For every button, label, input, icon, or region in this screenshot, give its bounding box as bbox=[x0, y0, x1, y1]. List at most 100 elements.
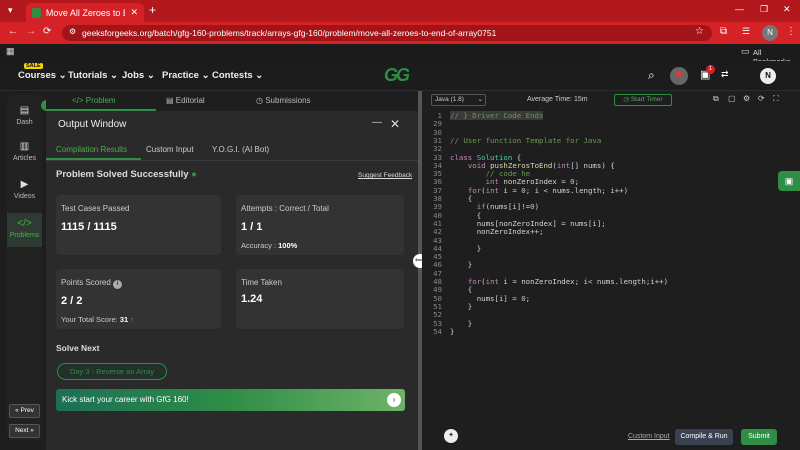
start-timer-button[interactable]: ◷ Start Timer bbox=[614, 94, 672, 106]
code-line[interactable]: nonZeroIndex++; bbox=[450, 227, 544, 236]
info-icon[interactable]: i bbox=[113, 280, 123, 289]
bulb-icon[interactable]: ✦ bbox=[444, 429, 458, 443]
code-line[interactable]: } bbox=[450, 302, 472, 311]
minimize-output-icon[interactable]: — bbox=[372, 117, 382, 128]
code-area[interactable]: 1// } Driver Code Ends 29 30 31// User func… bbox=[422, 111, 800, 411]
maximize-icon[interactable]: ❐ bbox=[760, 4, 768, 15]
tab-title: Move All Zeroes to End | Practi bbox=[45, 7, 126, 18]
back-icon[interactable]: ← bbox=[8, 26, 18, 37]
time-card: Time Taken 1.24 bbox=[236, 269, 404, 329]
chat-fab-icon[interactable]: ▣ bbox=[778, 171, 800, 191]
code-line[interactable]: // User function Template for Java bbox=[450, 136, 601, 145]
tabs-divider bbox=[46, 160, 418, 161]
bookmark-star-icon[interactable]: ☆ bbox=[695, 26, 704, 37]
language-select[interactable]: Java (1.8) ⌄ bbox=[431, 94, 486, 106]
folder-icon: ▭ bbox=[741, 46, 750, 56]
tab-compilation-results[interactable]: Compilation Results bbox=[56, 145, 127, 154]
rail-problems[interactable]: </> Problems bbox=[7, 213, 42, 247]
output-window: Output Window — ✕ Compilation Results Cu… bbox=[46, 111, 418, 450]
time-value: 1.24 bbox=[241, 293, 263, 305]
left-rail: ▤ Dash ▥ Articles ▶ Videos </> Problems « Pr… bbox=[7, 95, 42, 440]
media-icon[interactable]: ☰ bbox=[742, 26, 750, 37]
tab-search-icon[interactable]: ▾ bbox=[8, 5, 13, 16]
total-score-line: Your Total Score: 31 ↑ bbox=[61, 315, 134, 324]
new-tab-button[interactable]: + bbox=[149, 3, 156, 17]
output-window-title: Output Window bbox=[58, 119, 127, 130]
nav-courses[interactable]: Courses ⌄ bbox=[18, 70, 67, 81]
tests-card: Test Cases Passed 1115 / 1115 bbox=[56, 195, 221, 255]
next-problem-chip[interactable]: Day 3 - Reverse an Array bbox=[57, 363, 167, 380]
forward-icon[interactable]: → bbox=[26, 26, 36, 37]
nav-contests[interactable]: Contests ⌄ bbox=[212, 70, 263, 81]
status-text: Problem Solved Successfully ● bbox=[56, 169, 197, 180]
profile-avatar[interactable]: N bbox=[762, 25, 778, 41]
code-editor-panel: Java (1.8) ⌄ Average Time: 15m ◷ Start T… bbox=[422, 91, 800, 450]
solve-next-heading: Solve Next bbox=[56, 343, 100, 353]
tab-submissions[interactable]: ◷ Submissions bbox=[256, 96, 311, 105]
browser-menu-icon[interactable]: ⋮ bbox=[786, 26, 796, 37]
rail-dash[interactable]: ▤ Dash bbox=[7, 105, 42, 126]
banner-arrow-icon[interactable]: › bbox=[387, 393, 401, 407]
sale-badge: SALE bbox=[24, 63, 43, 69]
code-line[interactable]: // } Driver Code Ends bbox=[450, 111, 544, 120]
check-circle-icon: ● bbox=[191, 169, 197, 180]
dashboard-icon: ▤ bbox=[19, 105, 30, 116]
banner-text: Kick start your career with GfG 160! bbox=[62, 395, 189, 404]
language-icon[interactable]: ⇄ bbox=[721, 69, 729, 80]
next-button[interactable]: Next » bbox=[9, 424, 40, 438]
custom-input-link[interactable]: Custom Input bbox=[628, 433, 670, 440]
close-output-icon[interactable]: ✕ bbox=[390, 117, 400, 131]
apps-grid-icon[interactable]: ▦ bbox=[6, 46, 15, 57]
site-info-icon[interactable]: ⚙ bbox=[69, 27, 76, 36]
prev-button[interactable]: « Prev bbox=[9, 404, 40, 418]
url-field[interactable]: ⚙ geeksforgeeks.org/batch/gfg-160-proble… bbox=[62, 25, 712, 41]
tab-editorial[interactable]: ▤ Editorial bbox=[166, 96, 205, 105]
user-avatar[interactable]: N bbox=[760, 68, 776, 84]
line-number: 54 bbox=[433, 326, 442, 336]
editor-footer: ✦ Custom Input Compile & Run Submit bbox=[422, 424, 800, 450]
average-time-text: Average Time: 15m bbox=[527, 96, 588, 103]
file-icon[interactable]: ▢ bbox=[728, 94, 736, 103]
arrow-up-icon: ↑ bbox=[130, 315, 134, 324]
nav-jobs[interactable]: Jobs ⌄ bbox=[122, 70, 155, 81]
reload-icon[interactable]: ⟳ bbox=[43, 26, 51, 37]
articles-icon: ▥ bbox=[19, 141, 30, 152]
nav-tutorials[interactable]: Tutorials ⌄ bbox=[68, 70, 118, 81]
tab-close-icon[interactable]: ✕ bbox=[130, 7, 138, 18]
code-line[interactable]: } bbox=[450, 244, 481, 253]
code-line[interactable]: } bbox=[450, 327, 454, 336]
gfg-favicon-icon bbox=[32, 7, 41, 18]
tab-problem[interactable]: </> Problem bbox=[72, 96, 116, 105]
window-close-icon[interactable]: ✕ bbox=[783, 4, 791, 15]
browser-tab[interactable]: Move All Zeroes to End | Practi ✕ bbox=[26, 3, 144, 22]
copy-icon[interactable]: ⧉ bbox=[713, 94, 719, 104]
time-label: Time Taken bbox=[241, 278, 282, 287]
code-line[interactable]: } bbox=[450, 260, 472, 269]
search-icon[interactable]: ⌕ bbox=[648, 68, 655, 83]
suggest-feedback-link[interactable]: Suggest Feedback bbox=[358, 172, 412, 179]
bookmarks-bar: ▦ ▭ All Bookmarks bbox=[0, 44, 800, 66]
rail-articles[interactable]: ▥ Articles bbox=[7, 141, 42, 162]
submit-button[interactable]: Submit bbox=[741, 429, 777, 445]
code-line[interactable]: for(int i = 0; i < nums.length; i++) bbox=[450, 186, 628, 195]
gfg-logo[interactable]: GG bbox=[384, 65, 410, 86]
code-line[interactable]: for(int i = nonZeroIndex; i< nums.length… bbox=[450, 277, 668, 286]
rail-videos[interactable]: ▶ Videos bbox=[7, 179, 42, 200]
gfg160-banner[interactable]: Kick start your career with GfG 160! › bbox=[56, 389, 405, 411]
reset-icon[interactable]: ⟳ bbox=[758, 94, 765, 103]
settings-icon[interactable]: ⚙ bbox=[743, 94, 750, 103]
video-icon: ▶ bbox=[20, 179, 29, 190]
tab-yogi-bot[interactable]: Y.O.G.I. (AI Bot) bbox=[212, 145, 269, 154]
theme-toggle-icon[interactable]: ✹ bbox=[670, 67, 688, 85]
attempts-card: Attempts : Correct / Total 1 / 1 Accurac… bbox=[236, 195, 404, 255]
tests-label: Test Cases Passed bbox=[61, 204, 130, 213]
tab-custom-input[interactable]: Custom Input bbox=[146, 145, 194, 154]
nav-practice[interactable]: Practice ⌄ bbox=[162, 70, 210, 81]
tests-value: 1115 / 1115 bbox=[61, 221, 117, 233]
fullscreen-icon[interactable]: ⛶ bbox=[773, 94, 779, 104]
minimize-icon[interactable]: — bbox=[735, 4, 744, 14]
compile-run-button[interactable]: Compile & Run bbox=[675, 429, 733, 445]
points-label: Points Scored i bbox=[61, 278, 123, 289]
extensions-icon[interactable]: ⧉ bbox=[720, 26, 727, 37]
attempts-value: 1 / 1 bbox=[241, 221, 263, 233]
